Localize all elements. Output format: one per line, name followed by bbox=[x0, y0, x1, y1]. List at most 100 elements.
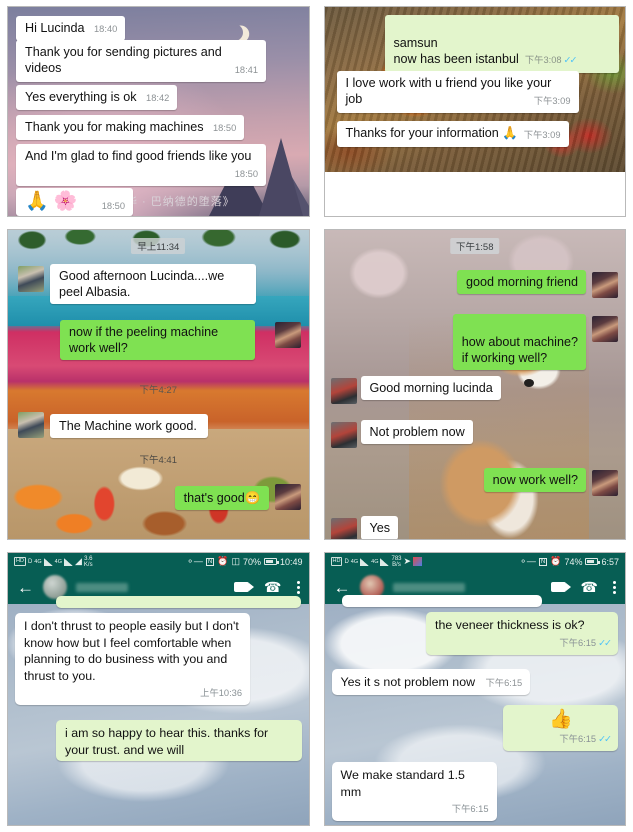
avatar-contact[interactable] bbox=[330, 378, 357, 404]
message-bubble[interactable]: good morning friend bbox=[456, 270, 586, 294]
video-call-icon[interactable] bbox=[550, 582, 571, 592]
message-text: Yes bbox=[369, 521, 391, 535]
message-bubble[interactable]: now work well? bbox=[483, 468, 586, 492]
panel-4-cell: 下午1:58 good morning friend how about mac… bbox=[317, 223, 633, 546]
read-receipt-ticks: ✓✓ bbox=[598, 637, 612, 649]
message-bubble-emoji[interactable]: 🙏 🌸 18:50 bbox=[16, 188, 133, 216]
message-bubble[interactable]: Good morning lucinda bbox=[360, 376, 501, 400]
contact-name[interactable] bbox=[76, 582, 128, 592]
message-bubble[interactable]: Thank you for sending pictures and video… bbox=[16, 40, 266, 82]
video-call-icon[interactable] bbox=[234, 582, 255, 592]
dog-nose bbox=[524, 378, 534, 387]
message-text: now if the peeling machine work well? bbox=[69, 325, 219, 355]
message-bubble[interactable]: i am so happy to hear this. thanks for y… bbox=[56, 720, 302, 761]
message-bubble[interactable]: that's good😁 bbox=[174, 486, 269, 510]
message-bubble[interactable]: The Machine work good. bbox=[50, 414, 208, 438]
message-text: samsun now has been istanbul bbox=[393, 36, 519, 66]
status-bar: HD D 4G 4G ◢ 3.6 K/s ⚬— N ⏰ ◫ 70% 10:49 bbox=[8, 553, 309, 570]
message-text: how about machine? if working well? bbox=[461, 335, 578, 365]
panel-3-frame: 早上11:34 Good afternoon Lucinda....we pee… bbox=[7, 229, 310, 540]
avatar-self[interactable] bbox=[274, 484, 301, 510]
contact-name[interactable] bbox=[392, 582, 465, 592]
panel-5-frame: HD D 4G 4G ◢ 3.6 K/s ⚬— N ⏰ ◫ 70% 10:49 … bbox=[7, 552, 310, 826]
message-bubble[interactable]: I love work with u friend you like your … bbox=[336, 71, 579, 113]
message-bubble[interactable]: Hi Lucinda 18:40 bbox=[16, 16, 126, 41]
message-time: 下午3:09 bbox=[533, 96, 571, 106]
message-bubble[interactable]: the veneer thickness is ok? 下午6:15 ✓✓ bbox=[426, 612, 618, 655]
chat-thread: I don't thrust to people easily but I do… bbox=[8, 596, 309, 825]
avatar-contact[interactable] bbox=[18, 412, 44, 438]
message-bubble[interactable]: We make standard 1.5 mm 下午6:15 bbox=[331, 762, 497, 821]
voice-call-icon[interactable]: ☎ bbox=[581, 579, 598, 596]
signal-bars-2-icon bbox=[63, 557, 73, 566]
vpn-key-icon: ⚬— bbox=[186, 556, 203, 566]
message-bubble[interactable]: Yes everything is ok 18:42 bbox=[16, 85, 178, 110]
status-bar: HD D 4G 4G 783 B/s ➤ ⚬— N ⏰ 74% 6:57 bbox=[324, 553, 625, 570]
emoji-content: 🙏 🌸 bbox=[25, 191, 78, 212]
message-bubble[interactable]: I don't thrust to people easily but I do… bbox=[15, 613, 250, 705]
message-bubble[interactable]: Yes it s not problem now 下午6:15 bbox=[331, 669, 531, 695]
alarm-icon: ⏰ bbox=[550, 556, 562, 566]
message-bubble-partial[interactable] bbox=[56, 596, 301, 608]
message-bubble[interactable]: now if the peeling machine work well? bbox=[60, 320, 255, 360]
message-meta: 下午6:15 ✓✓ bbox=[512, 731, 612, 749]
signal-bars-2-icon bbox=[380, 557, 390, 566]
battery-percent: 70% bbox=[242, 556, 261, 567]
message-bubble[interactable]: Good afternoon Lucinda....we peel Albasi… bbox=[50, 264, 256, 304]
message-bubble[interactable]: samsun now has been istanbul 下午3:08 ✓✓ bbox=[384, 15, 619, 73]
message-bubble[interactable]: Not problem now bbox=[360, 420, 473, 444]
status-bar-right: ⚬— N ⏰ ◫ 70% 10:49 bbox=[186, 556, 302, 567]
header-actions: ☎ bbox=[234, 579, 300, 596]
hd-icon: HD bbox=[14, 557, 26, 566]
network-1-label: 4G bbox=[34, 558, 42, 565]
overflow-menu-icon[interactable] bbox=[613, 580, 616, 594]
message-bubble[interactable]: Thanks for your information 🙏 下午3:09 bbox=[336, 121, 569, 147]
avatar-self[interactable] bbox=[274, 322, 301, 348]
message-bubble-partial[interactable] bbox=[341, 595, 542, 607]
message-bubble-emoji[interactable]: 👍 下午6:15 ✓✓ bbox=[503, 705, 618, 751]
avatar-self[interactable] bbox=[592, 316, 618, 342]
message-time: 18:50 bbox=[101, 201, 125, 211]
message-text: Thank you for sending pictures and video… bbox=[25, 45, 222, 75]
avatar-contact[interactable] bbox=[18, 266, 44, 292]
message-text: And I'm glad to find good friends like y… bbox=[25, 149, 252, 163]
panel-1-cell: 华 · 巴纳德的堕落》 Hi Lucinda 18:40 Thank you f… bbox=[0, 0, 317, 223]
app-notification-icon bbox=[413, 557, 423, 566]
avatar-self[interactable] bbox=[592, 272, 618, 298]
message-text: now work well? bbox=[492, 473, 578, 487]
voice-call-icon[interactable]: ☎ bbox=[264, 579, 281, 596]
message-time: 下午3:09 bbox=[523, 130, 561, 140]
message-text: the veneer thickness is ok? bbox=[435, 618, 585, 632]
panel-1-frame: 华 · 巴纳德的堕落》 Hi Lucinda 18:40 Thank you f… bbox=[7, 6, 310, 217]
avatar-contact[interactable] bbox=[330, 422, 357, 448]
message-bubble[interactable]: And I'm glad to find good friends like y… bbox=[16, 144, 266, 186]
data-speed: 3.6 K/s bbox=[84, 556, 93, 568]
message-bubble[interactable]: Thank you for making machines 18:50 bbox=[16, 115, 245, 140]
message-bubble[interactable]: Yes bbox=[360, 516, 399, 539]
avatar-self[interactable] bbox=[592, 470, 618, 496]
breakfast-table bbox=[8, 429, 309, 539]
back-icon[interactable]: ← bbox=[334, 579, 351, 596]
overflow-menu-icon[interactable] bbox=[296, 580, 300, 594]
battery-percent: 74% bbox=[564, 556, 583, 567]
message-text: Thank you for making machines bbox=[25, 120, 204, 134]
back-icon[interactable]: ← bbox=[17, 579, 34, 596]
data-speed: 783 B/s bbox=[391, 556, 401, 568]
message-text: Thanks for your information 🙏 bbox=[345, 126, 518, 140]
avatar-contact[interactable] bbox=[330, 518, 357, 539]
message-time: 18:50 bbox=[213, 123, 237, 133]
message-time: 下午6:15 bbox=[559, 637, 597, 648]
nfc-icon: N bbox=[205, 557, 215, 566]
status-clock: 10:49 bbox=[279, 556, 303, 567]
status-clock: 6:57 bbox=[601, 556, 619, 567]
message-bubble[interactable]: how about machine? if working well? bbox=[452, 314, 586, 370]
message-text: The Machine work good. bbox=[59, 419, 197, 433]
panel-5-cell: HD D 4G 4G ◢ 3.6 K/s ⚬— N ⏰ ◫ 70% 10:49 … bbox=[0, 546, 317, 832]
panel-6-frame: HD D 4G 4G 783 B/s ➤ ⚬— N ⏰ 74% 6:57 ← ☎… bbox=[323, 552, 626, 826]
vibrate-icon: ◫ bbox=[231, 556, 240, 566]
data-icon: D bbox=[27, 558, 33, 565]
message-text: Not problem now bbox=[369, 425, 465, 439]
message-text: Yes everything is ok bbox=[25, 90, 137, 104]
message-time: 下午6:15 bbox=[451, 804, 489, 814]
message-text: Yes it s not problem now bbox=[340, 675, 476, 689]
